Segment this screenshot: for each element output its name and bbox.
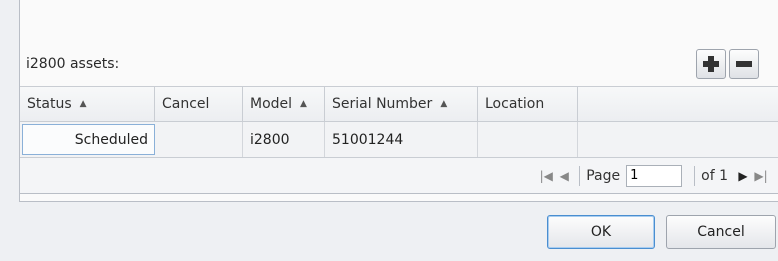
cell-filler: [578, 122, 778, 157]
column-header-serial-number[interactable]: Serial Number ▲: [325, 87, 478, 121]
page-label: Page: [586, 167, 621, 184]
sort-ascending-icon: ▲: [300, 99, 307, 109]
cancel-button[interactable]: Cancel: [666, 215, 776, 249]
cell-location[interactable]: [478, 122, 578, 157]
previous-page-icon[interactable]: ◀: [555, 169, 573, 183]
column-header-status[interactable]: Status ▲: [20, 87, 155, 121]
column-header-cancel[interactable]: Cancel: [155, 87, 243, 121]
first-page-icon[interactable]: |◀: [537, 169, 555, 183]
remove-asset-button[interactable]: [729, 49, 759, 79]
assets-grid: Status ▲ Cancel Model ▲ Serial Number ▲ …: [20, 86, 778, 194]
table-row[interactable]: Scheduled i2800 51001244: [20, 122, 778, 158]
plus-icon: [703, 56, 719, 72]
sort-ascending-icon: ▲: [79, 99, 87, 109]
page-number-input[interactable]: [626, 164, 683, 187]
minus-icon: [736, 61, 752, 67]
next-page-icon[interactable]: ▶: [734, 169, 752, 183]
add-asset-button[interactable]: [696, 49, 726, 79]
column-header-model[interactable]: Model ▲: [243, 87, 325, 121]
pager: |◀ ◀ Page of 1 ▶ ▶|: [20, 158, 778, 194]
ok-button[interactable]: OK: [547, 215, 655, 249]
cell-serial-number[interactable]: 51001244: [325, 122, 478, 157]
column-header-filler: [578, 87, 778, 121]
cell-status[interactable]: Scheduled: [22, 124, 155, 155]
assets-panel: i2800 assets: Status ▲ Cancel Model ▲ Se: [19, 0, 778, 202]
grid-header: Status ▲ Cancel Model ▲ Serial Number ▲ …: [20, 87, 778, 122]
last-page-icon[interactable]: ▶|: [752, 169, 770, 183]
cell-model[interactable]: i2800: [243, 122, 325, 157]
sort-ascending-icon: ▲: [440, 99, 448, 109]
assets-label: i2800 assets:: [26, 56, 120, 72]
pager-divider: [579, 165, 581, 186]
page-count-label: of 1: [701, 167, 728, 184]
cell-cancel[interactable]: [155, 122, 243, 157]
column-header-location[interactable]: Location: [478, 87, 578, 121]
pager-divider: [694, 165, 696, 186]
